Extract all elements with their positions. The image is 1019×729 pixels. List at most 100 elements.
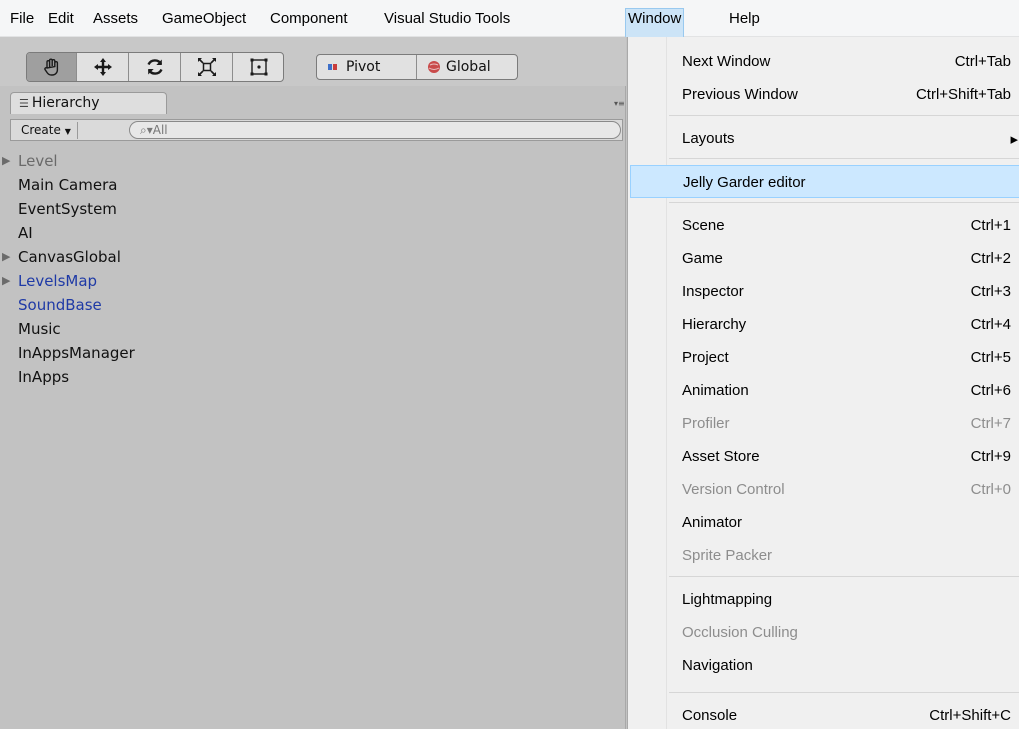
rect-tool-button[interactable] [233, 53, 283, 81]
menu-item-label: Hierarchy [682, 316, 747, 333]
move-tool-icon [93, 58, 112, 76]
menu-item-shortcut: Ctrl+4 [970, 316, 1011, 333]
menu-item-label: Console [682, 707, 738, 724]
menu-item-label: Version Control [682, 481, 785, 498]
rotate-tool-button[interactable] [129, 53, 181, 81]
expand-arrow-icon[interactable]: ▶ [2, 246, 10, 268]
menu-visual-studio-tools[interactable]: Visual Studio Tools [384, 8, 510, 30]
hierarchy-item[interactable]: ▶ Level [0, 150, 620, 174]
menu-item-occlusion-culling[interactable]: Occlusion Culling [630, 616, 1019, 649]
menu-item-profiler[interactable]: Profiler Ctrl+7 [630, 407, 1019, 440]
menu-item-game[interactable]: Game Ctrl+2 [630, 242, 1019, 275]
hierarchy-item-label: AI [18, 224, 33, 242]
scale-tool-button[interactable] [181, 53, 233, 81]
hand-tool-button[interactable] [27, 53, 77, 81]
menu-item-asset-store[interactable]: Asset Store Ctrl+9 [630, 440, 1019, 473]
expand-arrow-icon[interactable]: ▶ [2, 270, 10, 292]
menu-item-label: Jelly Garder editor [683, 174, 806, 191]
menu-file[interactable]: File [10, 8, 34, 30]
menu-item-shortcut: Ctrl+2 [970, 250, 1011, 267]
move-tool-button[interactable] [77, 53, 129, 81]
menu-help[interactable]: Help [729, 8, 760, 30]
global-button[interactable]: Global [417, 55, 517, 79]
expand-arrow-icon[interactable]: ▶ [2, 150, 10, 172]
hierarchy-item[interactable]: ▶ LevelsMap [0, 270, 620, 294]
menu-item-label: Animation [682, 382, 749, 399]
menu-item-label: Project [682, 349, 729, 366]
menu-item-shortcut: Ctrl+Shift+C [929, 707, 1011, 724]
menu-item-inspector[interactable]: Inspector Ctrl+3 [630, 275, 1019, 308]
hierarchy-toolbar: Create ▼ ⌕▾All [10, 119, 623, 141]
menu-separator [669, 202, 1019, 203]
hierarchy-item[interactable]: InAppsManager [0, 342, 620, 366]
globe-icon [428, 61, 440, 73]
menu-separator [669, 158, 1019, 159]
menu-item-layouts[interactable]: Layouts ▸ [630, 122, 1019, 155]
hierarchy-item-label: EventSystem [18, 200, 117, 218]
menu-item-label: Next Window [682, 53, 771, 70]
tab-hierarchy[interactable]: ☰ Hierarchy [10, 92, 167, 114]
menu-item-version-control[interactable]: Version Control Ctrl+0 [630, 473, 1019, 506]
menu-item-label: Sprite Packer [682, 547, 773, 564]
editor-left-area: Pivot Global ☰ Hierarchy ▾≡ Create ▼ ⌕▾Al… [0, 37, 626, 729]
menu-item-label: Animator [682, 514, 743, 531]
pivot-button[interactable]: Pivot [317, 55, 417, 79]
menu-item-label: Scene [682, 217, 725, 234]
menu-component[interactable]: Component [270, 8, 348, 30]
menu-item-hierarchy[interactable]: Hierarchy Ctrl+4 [630, 308, 1019, 341]
scale-tool-icon [197, 58, 216, 76]
menu-item-shortcut: Ctrl+9 [970, 448, 1011, 465]
hierarchy-item[interactable]: AI [0, 222, 620, 246]
chevron-down-icon: ▼ [64, 127, 71, 136]
hierarchy-item-label: LevelsMap [18, 272, 98, 290]
menu-item-shortcut: Ctrl+Shift+Tab [915, 86, 1011, 103]
pivot-icon [328, 64, 337, 70]
create-label: Create [21, 123, 61, 137]
transform-tool-group [26, 52, 284, 82]
pivot-label: Pivot [346, 59, 381, 75]
menu-item-label: Lightmapping [682, 591, 773, 608]
menu-separator [669, 692, 1019, 693]
menu-separator [669, 115, 1019, 116]
menu-item-next-window[interactable]: Next Window Ctrl+Tab [630, 45, 1019, 78]
menu-bar: File Edit Assets GameObject Component Vi… [0, 0, 1019, 37]
menu-separator [669, 576, 1019, 577]
rect-tool-icon [250, 58, 268, 76]
menu-item-label: Occlusion Culling [682, 624, 798, 641]
editor-toolbar: Pivot Global [0, 37, 626, 86]
hand-tool-icon [43, 58, 58, 76]
menu-item-scene[interactable]: Scene Ctrl+1 [630, 209, 1019, 242]
menu-item-sprite-packer[interactable]: Sprite Packer [630, 539, 1019, 572]
hierarchy-item[interactable]: InApps [0, 366, 620, 390]
window-menu-dropdown: Next Window Ctrl+Tab Previous Window Ctrl+S… [627, 37, 1019, 729]
search-input[interactable]: ⌕▾All [129, 121, 621, 139]
menu-item-previous-window[interactable]: Previous Window Ctrl+Shift+Tab [630, 78, 1019, 111]
menu-item-shortcut: Ctrl+1 [970, 217, 1011, 234]
hierarchy-item[interactable]: EventSystem [0, 198, 620, 222]
menu-window[interactable]: Window [625, 8, 685, 37]
menu-item-shortcut: Ctrl+7 [970, 415, 1011, 432]
submenu-arrow-icon: ▸ [1010, 131, 1018, 148]
hierarchy-item[interactable]: SoundBase [0, 294, 620, 318]
hierarchy-item[interactable]: Music [0, 318, 620, 342]
menu-item-console[interactable]: Console Ctrl+Shift+C [630, 699, 1019, 729]
menu-item-navigation[interactable]: Navigation [630, 649, 1019, 682]
menu-item-animation[interactable]: Animation Ctrl+6 [630, 374, 1019, 407]
menu-gameobject[interactable]: GameObject [162, 8, 246, 30]
menu-assets[interactable]: Assets [93, 8, 138, 30]
menu-item-lightmapping[interactable]: Lightmapping [630, 583, 1019, 616]
menu-item-label: Profiler [682, 415, 730, 432]
menu-item-shortcut: Ctrl+Tab [954, 53, 1011, 70]
panel-options-icon[interactable]: ▾≡ [614, 99, 625, 108]
menu-item-jelly-garder-editor[interactable]: Jelly Garder editor [630, 165, 1019, 198]
hierarchy-item[interactable]: ▶ CanvasGlobal [0, 246, 620, 270]
hierarchy-item-label: InApps [18, 368, 70, 386]
menu-item-animator[interactable]: Animator [630, 506, 1019, 539]
hierarchy-item[interactable]: Main Camera [0, 174, 620, 198]
create-dropdown[interactable]: Create ▼ [15, 122, 78, 139]
menu-item-label: Navigation [682, 657, 753, 674]
menu-item-project[interactable]: Project Ctrl+5 [630, 341, 1019, 374]
hierarchy-item-label: SoundBase [18, 296, 102, 314]
menu-edit[interactable]: Edit [48, 8, 74, 30]
list-icon: ☰ [19, 97, 29, 110]
